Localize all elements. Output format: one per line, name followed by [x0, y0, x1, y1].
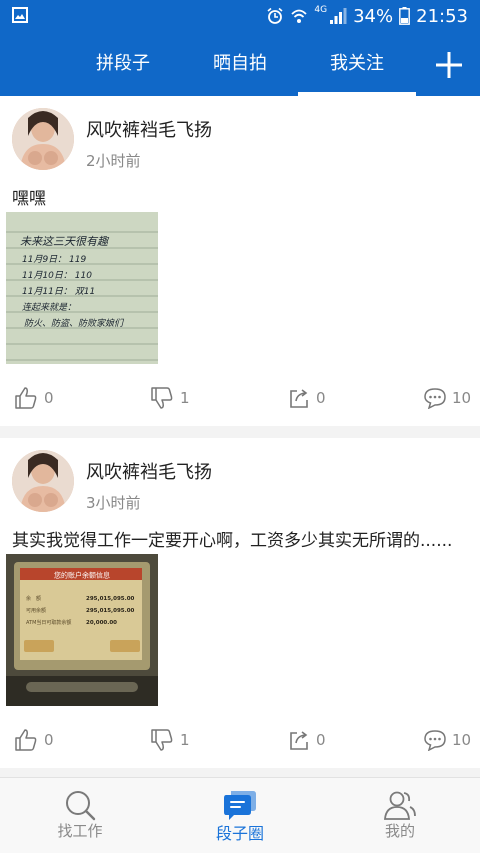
atm-value: 295,015,095.00 [86, 596, 135, 602]
handwriting-line: 11月9日： 119 [22, 254, 86, 265]
wifi-icon [291, 9, 308, 23]
tab-following[interactable]: 我关注 [298, 32, 416, 96]
nav-find-job[interactable]: 找工作 [0, 778, 160, 853]
comment-button[interactable]: 10 [424, 382, 471, 414]
post-time: 3小时前 [86, 494, 141, 512]
atm-label: 可用余额 [26, 607, 46, 614]
post-actions: 0 1 0 10 [0, 724, 480, 756]
status-bar: 4G 34% 21:53 [0, 0, 480, 32]
atm-label: ATM当日可取款余额 [26, 619, 71, 626]
like-count: 0 [44, 731, 54, 749]
post-text[interactable]: 其实我觉得工作一定要开心啊，工资多少其实无所谓的...... [12, 526, 472, 551]
share-icon [290, 389, 308, 408]
tab-jokes[interactable]: 拼段子 [64, 32, 182, 96]
alarm-icon [267, 7, 283, 24]
handwriting-line: 防火、防盗、防败家娘们 [24, 318, 125, 329]
avatar[interactable] [12, 108, 74, 170]
tab-label: 拼段子 [96, 53, 150, 74]
share-count: 0 [316, 389, 326, 407]
atm-title: 您的账户余额信息 [54, 571, 110, 580]
share-count: 0 [316, 731, 326, 749]
chat-bubble-icon [224, 791, 256, 820]
atm-label: 余 额 [26, 595, 41, 602]
comment-icon [424, 730, 446, 751]
post-image[interactable]: 未来这三天很有趣 11月9日： 119 11月10日： 110 11月11日： … [6, 212, 158, 364]
share-button[interactable]: 0 [288, 724, 326, 756]
comment-icon [424, 388, 446, 409]
tab-label: 我关注 [330, 53, 384, 74]
battery-icon [399, 7, 411, 25]
author-name[interactable]: 风吹裤裆毛飞扬 [86, 116, 212, 142]
thumbs-up-icon [15, 387, 37, 409]
post-actions: 0 1 0 10 [0, 382, 480, 414]
dislike-button[interactable]: 1 [150, 724, 190, 756]
bottom-nav: 找工作 段子圈 我的 [0, 777, 480, 853]
dislike-count: 1 [180, 389, 190, 407]
nav-label: 我的 [384, 822, 415, 840]
network-type: 4G [314, 5, 328, 15]
dislike-count: 1 [180, 731, 190, 749]
image-icon [12, 7, 28, 23]
comment-count: 10 [452, 389, 472, 407]
signal-icon [330, 8, 347, 24]
share-button[interactable]: 0 [288, 382, 326, 414]
atm-value: 295,015,095.00 [86, 608, 135, 614]
handwriting-line: 连起来就是： [22, 302, 76, 313]
handwriting-line: 未来这三天很有趣 [20, 235, 110, 248]
nav-label: 找工作 [57, 822, 103, 840]
post-divider [0, 426, 480, 438]
like-button[interactable]: 0 [14, 382, 54, 414]
post-card[interactable]: 风吹裤裆毛飞扬 3小时前 其实我觉得工作一定要开心啊，工资多少其实无所谓的...… [0, 438, 480, 768]
search-icon [66, 791, 96, 821]
user-icon [384, 791, 416, 820]
post-image[interactable]: 您的账户余额信息 余 额 可用余额 ATM当日可取款余额 295,015,095… [6, 554, 158, 706]
thumbs-down-icon [151, 387, 173, 409]
handwriting-line: 11月11日： 双11 [22, 286, 95, 297]
tab-label: 晒自拍 [213, 53, 267, 74]
nav-label: 段子圈 [215, 824, 264, 843]
avatar[interactable] [12, 450, 74, 512]
post-text[interactable]: 嘿嘿 [12, 184, 472, 209]
comment-count: 10 [452, 731, 472, 749]
post-time: 2小时前 [86, 152, 141, 170]
nav-joke-circle[interactable]: 段子圈 [160, 778, 320, 853]
thumbs-up-icon [15, 729, 37, 751]
plus-icon[interactable] [434, 50, 464, 80]
tab-selfies[interactable]: 晒自拍 [181, 32, 299, 96]
like-count: 0 [44, 389, 54, 407]
dislike-button[interactable]: 1 [150, 382, 190, 414]
author-name[interactable]: 风吹裤裆毛飞扬 [86, 458, 212, 484]
clock: 21:53 [416, 5, 468, 27]
atm-value: 20,000.00 [86, 620, 117, 626]
battery-percent: 34% [353, 5, 394, 27]
feed[interactable]: 风吹裤裆毛飞扬 2小时前 嘿嘿 未来这三天很有趣 11月9日： 119 11月1… [0, 96, 480, 777]
share-icon [290, 731, 308, 750]
handwriting-line: 11月10日： 110 [22, 270, 92, 281]
thumbs-down-icon [151, 729, 173, 751]
top-nav: 拼段子 晒自拍 我关注 [0, 32, 480, 96]
post-card[interactable]: 风吹裤裆毛飞扬 2小时前 嘿嘿 未来这三天很有趣 11月9日： 119 11月1… [0, 96, 480, 426]
nav-mine[interactable]: 我的 [320, 778, 480, 853]
like-button[interactable]: 0 [14, 724, 54, 756]
comment-button[interactable]: 10 [424, 724, 471, 756]
post-divider [0, 768, 480, 777]
